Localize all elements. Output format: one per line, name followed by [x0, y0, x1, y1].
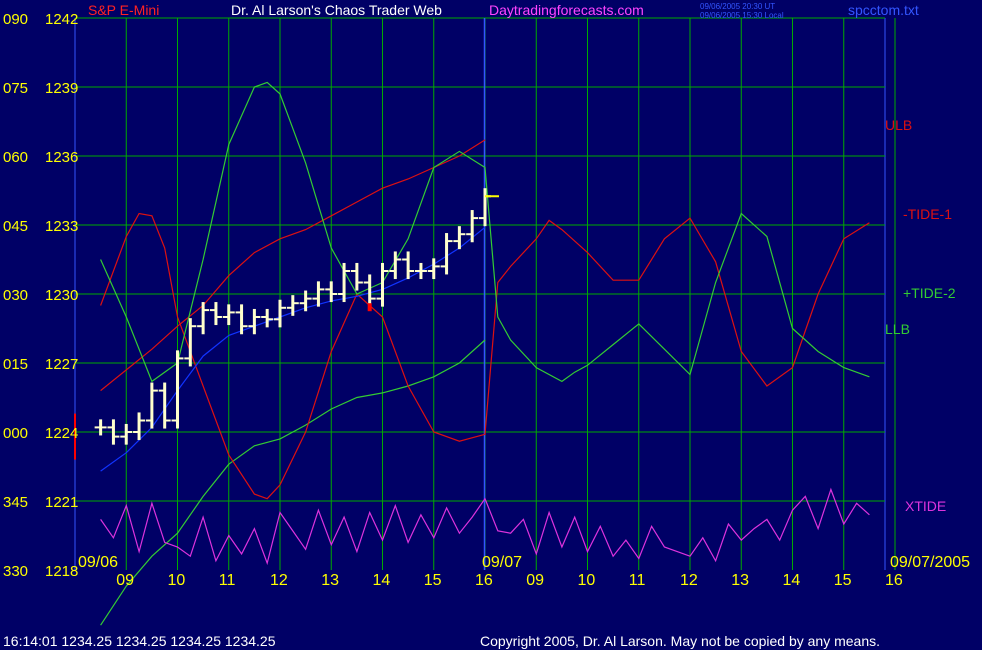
ulb-line	[100, 139, 486, 392]
hour-tick-label: 12	[680, 572, 698, 589]
grid	[74, 17, 896, 570]
date-label: 09/07/2005	[890, 554, 970, 571]
osc-tick-label: 015	[3, 356, 28, 373]
hour-tick-label: 12	[270, 572, 288, 589]
status-readout: 16:14:01 1234.25 1234.25 1234.25 1234.25	[3, 633, 276, 649]
price-tick-label: 1242	[45, 11, 78, 28]
osc-tick-label: 030	[3, 287, 28, 304]
hour-tick-label: 13	[731, 572, 749, 589]
osc-tick-label: 000	[3, 425, 28, 442]
chart-title-instrument: S&P E-Mini	[88, 2, 159, 18]
hour-tick-label: 09	[116, 572, 134, 589]
data-file-name: spcctom.txt	[848, 2, 919, 18]
series-label: LLB	[885, 321, 910, 337]
hour-tick-label: 16	[885, 572, 903, 589]
chaos-trader-chart: 330 1218 345 1221 000 1224 015 1227 030 1230 045 12…	[3, 2, 970, 649]
price-tick-label: 1233	[45, 218, 78, 235]
chart-window: 330 1218 345 1221 000 1224 015 1227 030 1230 045 12…	[0, 0, 982, 650]
hour-tick-label: 14	[783, 572, 801, 589]
series-label: XTIDE	[905, 498, 946, 514]
hour-tick-label: 10	[578, 572, 596, 589]
series-label: +TIDE-2	[903, 285, 956, 301]
osc-tick-label: 330	[3, 563, 28, 580]
hour-tick-label: 15	[834, 572, 852, 589]
copyright-notice: Copyright 2005, Dr. Al Larson. May not b…	[480, 633, 880, 649]
hour-tick-label: 11	[629, 572, 646, 589]
osc-tick-label: 345	[3, 494, 28, 511]
timestamp-utc: 09/06/2005 20:30 UT	[700, 2, 775, 11]
price-tick-label: 1236	[45, 149, 78, 166]
osc-tick-label: 060	[3, 149, 28, 166]
price-bars	[74, 188, 499, 460]
osc-tick-label: 090	[3, 11, 28, 28]
price-tick-label: 1224	[45, 425, 78, 442]
price-tick-label: 1239	[45, 80, 78, 97]
hour-tick-label: 15	[424, 572, 442, 589]
website-link[interactable]: Daytradingforecasts.com	[489, 2, 644, 18]
price-tick-label: 1218	[45, 563, 78, 580]
series-label: ULB	[885, 117, 912, 133]
series-label: -TIDE-1	[903, 206, 952, 222]
osc-tick-label: 075	[3, 80, 28, 97]
hour-tick-label: 11	[219, 572, 236, 589]
price-tick-label: 1221	[45, 494, 78, 511]
red-tick-marker	[367, 303, 372, 312]
timestamp-local: 09/06/2005 15:30 Local	[700, 11, 784, 20]
hour-tick-label: 14	[373, 572, 391, 589]
mean-line	[100, 226, 486, 472]
price-tick-label: 1230	[45, 287, 78, 304]
hour-tick-label: 10	[168, 572, 186, 589]
hour-tick-label: 13	[321, 572, 339, 589]
hour-tick-label: 09	[526, 572, 544, 589]
date-label: 09/06	[78, 554, 118, 571]
osc-tick-label: 045	[3, 218, 28, 235]
hour-tick-label: 16	[475, 572, 493, 589]
chart-title: Dr. Al Larson's Chaos Trader Web	[231, 2, 442, 18]
date-label: 09/07	[482, 554, 522, 571]
price-tick-label: 1227	[45, 356, 78, 373]
